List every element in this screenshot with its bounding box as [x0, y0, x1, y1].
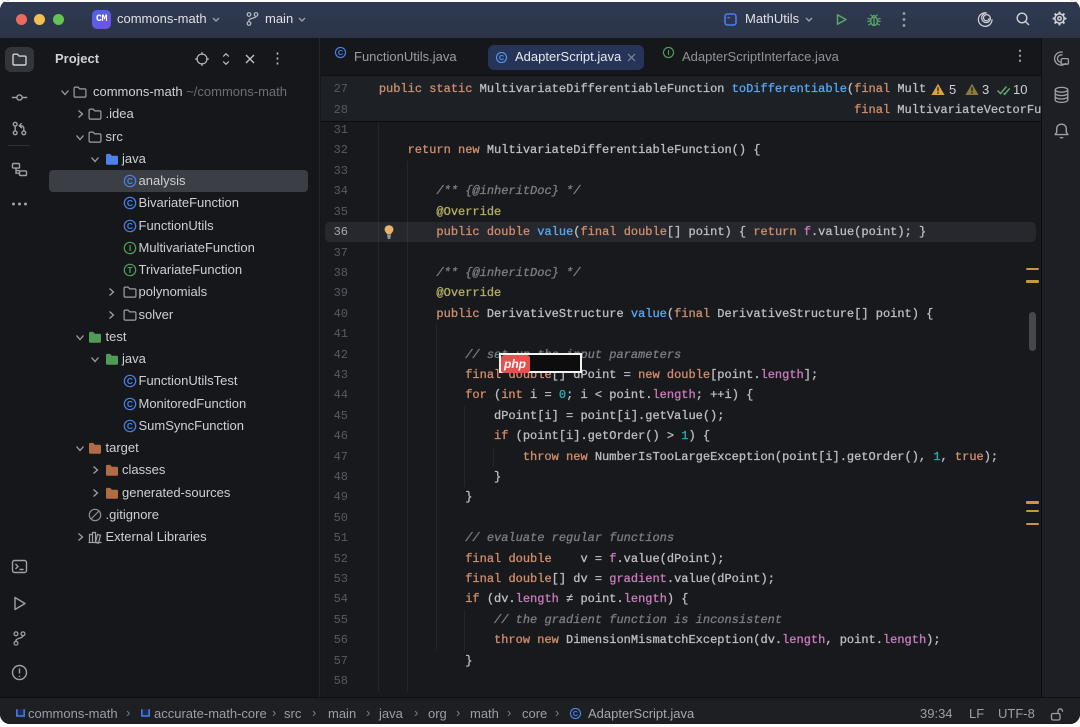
svg-text:C: C — [573, 709, 579, 718]
svg-text:C: C — [126, 198, 132, 208]
svg-text:C: C — [126, 376, 132, 386]
svg-text:C: C — [126, 220, 132, 230]
svg-text:T: T — [127, 265, 133, 275]
svg-text:C: C — [126, 421, 132, 431]
svg-text:C: C — [338, 48, 344, 57]
svg-text:C: C — [126, 176, 132, 186]
svg-text:C: C — [499, 53, 505, 62]
svg-text:I: I — [128, 243, 130, 253]
svg-text:C: C — [126, 398, 132, 408]
svg-text:I: I — [667, 48, 669, 57]
